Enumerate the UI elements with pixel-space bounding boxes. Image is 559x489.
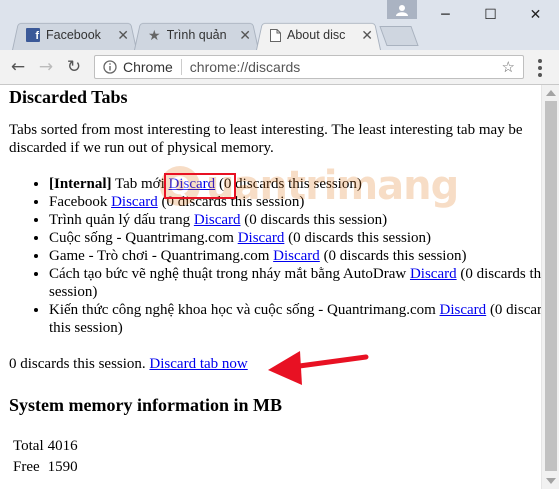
annotation-highlight-box bbox=[164, 173, 236, 199]
intro-text: Tabs sorted from most interesting to lea… bbox=[9, 122, 523, 156]
person-icon bbox=[396, 4, 408, 16]
scroll-down-icon[interactable] bbox=[546, 478, 556, 484]
close-tab-icon[interactable]: ✕ bbox=[361, 27, 373, 44]
discard-list: [Internal] Tab mới Discard (0 discards t… bbox=[9, 175, 541, 337]
tab-label: Trình quản bbox=[166, 28, 227, 42]
close-tab-icon[interactable]: ✕ bbox=[239, 27, 251, 44]
list-item: [Internal] Tab mới Discard (0 discards t… bbox=[49, 175, 541, 193]
page-title: Discarded Tabs bbox=[9, 87, 128, 107]
new-tab-button[interactable] bbox=[379, 26, 419, 46]
scrollbar[interactable] bbox=[541, 85, 559, 489]
page-content: Discarded Tabs Tabs sorted from most int… bbox=[0, 85, 541, 489]
tab-title: Tab mới bbox=[111, 176, 169, 192]
list-item: Game - Trò chơi - Quantrimang.com Discar… bbox=[49, 247, 541, 265]
tab-label: Facebook bbox=[46, 28, 101, 42]
tab-about-discards[interactable]: About disc ✕ bbox=[256, 20, 381, 50]
site-info[interactable]: Chrome bbox=[95, 59, 181, 75]
discard-link[interactable]: Discard bbox=[273, 248, 320, 264]
discard-count: (0 discards this session) bbox=[284, 230, 432, 246]
list-item: Cách tạo bức vẽ nghệ thuật trong nháy mắ… bbox=[49, 265, 541, 301]
internal-tag: [Internal] bbox=[49, 176, 112, 192]
memory-label: Free bbox=[13, 459, 40, 475]
reload-icon[interactable]: ↻ bbox=[62, 55, 86, 79]
scroll-up-icon[interactable] bbox=[546, 90, 556, 96]
status-text: 0 discards this session. bbox=[9, 356, 150, 372]
close-tab-icon[interactable]: ✕ bbox=[117, 27, 129, 44]
memory-label: Total bbox=[13, 438, 44, 454]
discard-count: (0 discards this session) bbox=[240, 212, 388, 228]
status-line: 0 discards this session. Discard tab now bbox=[9, 356, 248, 373]
discard-link[interactable]: Discard bbox=[111, 194, 158, 210]
tab-title: Trình quản lý dấu trang bbox=[49, 212, 194, 228]
tab-title: Cuộc sống - Quantrimang.com bbox=[49, 230, 238, 246]
discard-count: (0 discards this session) bbox=[215, 176, 362, 192]
discard-tab-now-link[interactable]: Discard tab now bbox=[149, 356, 247, 372]
table-row: Total 4016 bbox=[12, 437, 79, 456]
discard-link[interactable]: Discard bbox=[440, 302, 487, 318]
info-icon bbox=[103, 60, 117, 74]
discard-link[interactable]: Discard bbox=[194, 212, 241, 228]
tab-label: About disc bbox=[287, 28, 346, 42]
close-window-button[interactable]: ✕ bbox=[513, 0, 558, 30]
back-arrow-icon[interactable]: ← bbox=[6, 55, 30, 79]
minimize-button[interactable]: ─ bbox=[423, 0, 468, 30]
memory-title: System memory information in MB bbox=[9, 395, 282, 415]
toolbar: ← → ↻ Chrome chrome://discards ☆ bbox=[0, 50, 559, 85]
forward-arrow-icon[interactable]: → bbox=[34, 55, 58, 79]
tab-title: Game - Trò chơi - Quantrimang.com bbox=[49, 248, 274, 264]
tab-title: Facebook bbox=[49, 194, 112, 210]
secure-label: Chrome bbox=[123, 59, 173, 75]
memory-value: 1590 bbox=[47, 459, 78, 475]
profile-button[interactable] bbox=[387, 0, 417, 19]
bookmark-star-icon[interactable]: ☆ bbox=[502, 58, 523, 76]
divider bbox=[180, 59, 182, 75]
list-item: Trình quản lý dấu trang Discard (0 disca… bbox=[49, 211, 541, 229]
star-icon: ★ bbox=[148, 26, 161, 43]
menu-icon[interactable] bbox=[530, 59, 550, 77]
tab-facebook[interactable]: f Facebook ✕ bbox=[12, 20, 137, 50]
page-icon bbox=[270, 28, 281, 42]
tab-bookmarks[interactable]: ★ Trình quản ✕ bbox=[134, 20, 259, 50]
maximize-button[interactable]: ☐ bbox=[468, 0, 513, 30]
discard-link[interactable]: Discard bbox=[238, 230, 285, 246]
tab-title: Cách tạo bức vẽ nghệ thuật trong nháy mắ… bbox=[49, 266, 410, 282]
memory-table: Total 4016 Free 1590 bbox=[10, 435, 81, 479]
scrollbar-thumb[interactable] bbox=[545, 101, 557, 471]
address-bar[interactable]: Chrome chrome://discards ☆ bbox=[94, 55, 524, 79]
list-item: Facebook Discard (0 discards this sessio… bbox=[49, 193, 541, 211]
discard-link[interactable]: Discard bbox=[410, 266, 457, 282]
discard-count: (0 discards this session) bbox=[319, 248, 467, 264]
list-item: Kiến thức công nghệ khoa học và cuộc sốn… bbox=[49, 301, 541, 337]
facebook-icon: f bbox=[26, 28, 40, 42]
list-item: Cuộc sống - Quantrimang.com Discard (0 d… bbox=[49, 229, 541, 247]
memory-value: 4016 bbox=[47, 438, 78, 454]
url-text[interactable]: chrome://discards bbox=[190, 59, 502, 75]
title-bar: ─ ☐ ✕ f Facebook ✕ ★ Trình quản ✕ About … bbox=[0, 0, 559, 50]
table-row: Free 1590 bbox=[12, 458, 79, 477]
tab-title: Kiến thức công nghệ khoa học và cuộc sốn… bbox=[49, 302, 440, 318]
